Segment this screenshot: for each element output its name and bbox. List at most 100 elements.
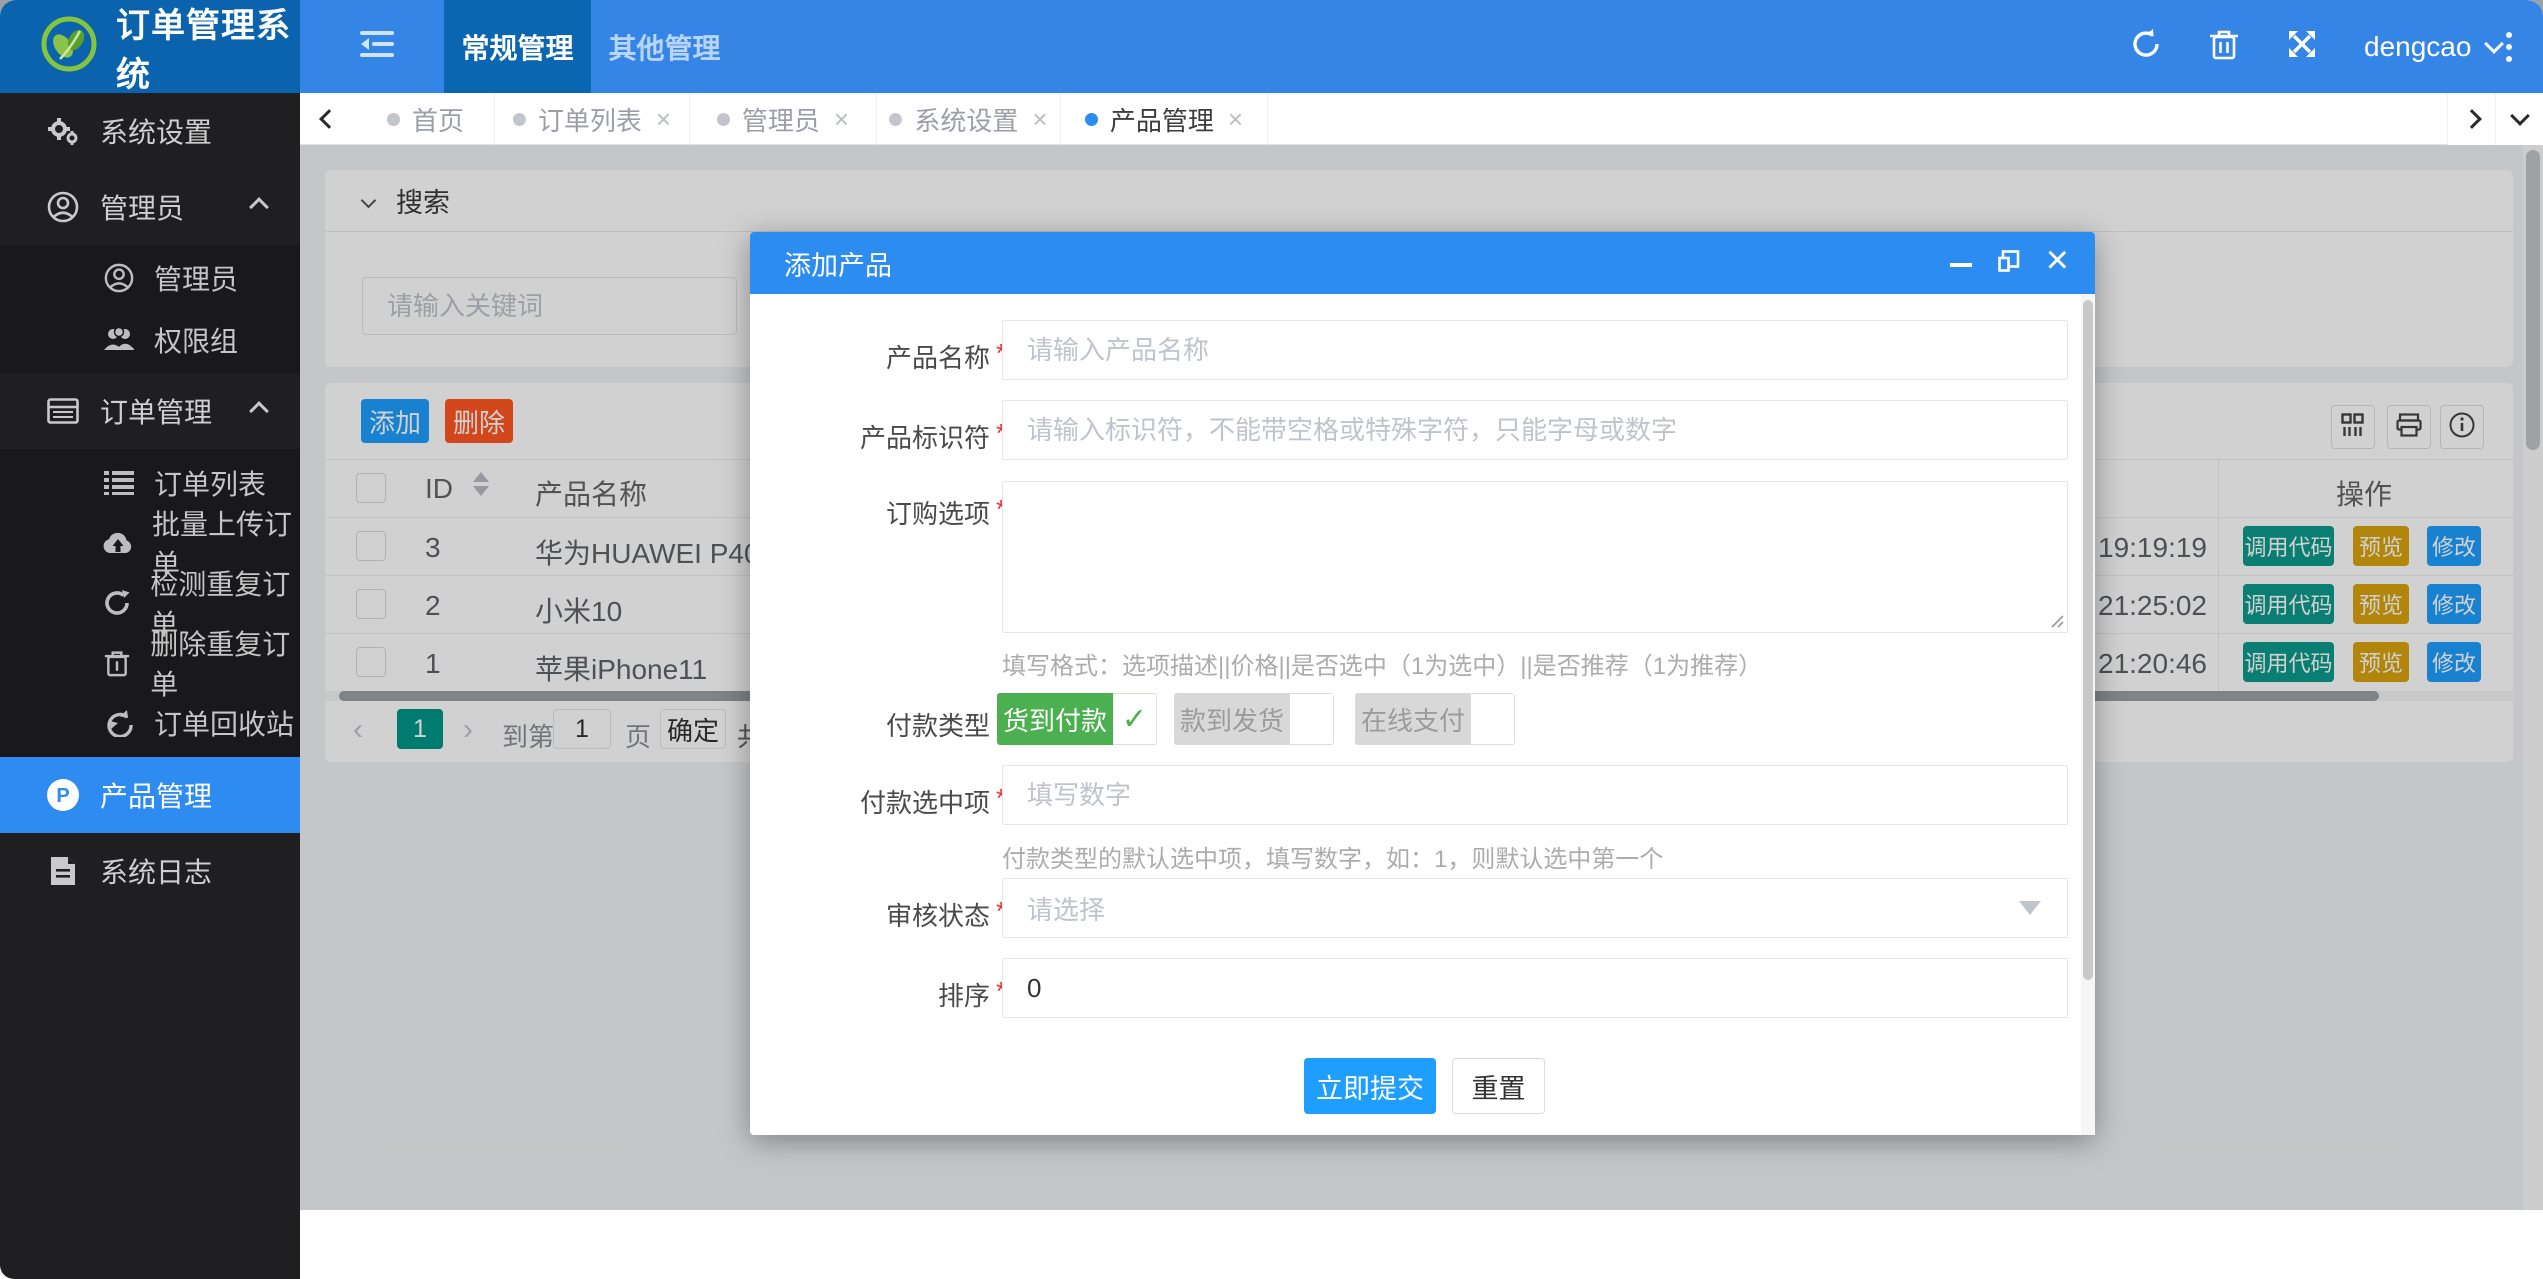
fullscreen-button[interactable] xyxy=(2270,0,2334,93)
refresh-button[interactable] xyxy=(2114,0,2178,93)
chevron-right-icon xyxy=(2462,109,2482,129)
modal-title: 添加产品 xyxy=(784,244,892,283)
tab-product-manage[interactable]: 产品管理 × xyxy=(1061,93,1268,145)
checkbox-empty xyxy=(1290,693,1334,745)
sort-input[interactable] xyxy=(1002,958,2068,1018)
order-options-textarea[interactable] xyxy=(1002,481,2068,633)
sidebar-item-order-manage[interactable]: 订单管理 xyxy=(0,373,300,449)
user-icon xyxy=(46,191,80,223)
reset-button[interactable]: 重置 xyxy=(1452,1058,1545,1114)
sidebar-submenu-orders: 订单列表 批量上传订单 检测重复订单 xyxy=(0,449,300,757)
audit-status-select[interactable]: 请选择 xyxy=(1002,878,2068,938)
topnav-tab-other[interactable]: 其他管理 xyxy=(591,0,738,93)
tab-home[interactable]: 首页 xyxy=(357,93,495,145)
sidebar-item-permission-group[interactable]: 权限组 xyxy=(0,309,300,371)
pay-type-option-cod[interactable]: 货到付款 ✓ xyxy=(997,693,1157,745)
chevron-down-icon xyxy=(2510,106,2530,126)
top-header: 订单管理系统 常规管理 其他管理 xyxy=(0,0,2543,93)
table-panel-icon xyxy=(46,398,80,424)
sidebar-submenu-admin: 管理员 权限组 xyxy=(0,245,300,373)
sidebar-item-label: 产品管理 xyxy=(100,775,212,815)
modal-scrollbar-thumb[interactable] xyxy=(2083,300,2093,980)
list-icon xyxy=(102,471,136,495)
sidebar-item-system-settings[interactable]: 系统设置 xyxy=(0,93,300,169)
tab-close-icon[interactable]: × xyxy=(834,104,849,135)
sidebar-item-label: 订单回收站 xyxy=(154,703,294,743)
tab-dot-icon xyxy=(513,113,526,126)
field-label-pay-type: 付款类型 xyxy=(790,706,990,743)
modal-body: 产品名称 * 产品标识符 * 订购选项 * 填写格式：选项描述||价格||是否选… xyxy=(750,294,2095,1135)
close-icon[interactable]: × xyxy=(2046,245,2069,275)
gears-icon xyxy=(46,116,80,146)
tab-order-list[interactable]: 订单列表 × xyxy=(495,93,690,145)
sidebar-item-delete-duplicate[interactable]: 删除重复订单 xyxy=(0,633,300,693)
sidebar-item-product-manage[interactable]: P 产品管理 xyxy=(0,757,300,833)
submit-button[interactable]: 立即提交 xyxy=(1304,1058,1436,1114)
fullscreen-icon xyxy=(2287,29,2317,64)
tab-dot-icon xyxy=(717,113,730,126)
tab-close-icon[interactable]: × xyxy=(1032,104,1047,135)
tab-label: 首页 xyxy=(412,101,464,138)
field-label-audit-status: 审核状态 xyxy=(790,896,990,933)
field-label-pay-selected: 付款选中项 xyxy=(790,783,990,820)
tab-dot-icon xyxy=(889,113,902,126)
tab-system-settings[interactable]: 系统设置 × xyxy=(877,93,1061,145)
sidebar-item-admin[interactable]: 管理员 xyxy=(0,247,300,309)
pay-type-label: 在线支付 xyxy=(1355,693,1471,745)
topnav-tab-general[interactable]: 常规管理 xyxy=(444,0,591,93)
maximize-icon[interactable] xyxy=(1998,248,2020,279)
product-name-input[interactable] xyxy=(1002,320,2068,380)
sidebar-item-label: 系统日志 xyxy=(100,851,212,891)
tab-admin[interactable]: 管理员 × xyxy=(690,93,877,145)
cloud-upload-icon xyxy=(102,531,134,555)
sidebar-item-label: 删除重复订单 xyxy=(150,623,300,703)
sidebar-item-label: 订单管理 xyxy=(100,391,212,431)
sidebar-toggle-button[interactable] xyxy=(345,0,409,93)
chevron-up-icon xyxy=(249,197,269,217)
pay-selected-input[interactable] xyxy=(1002,765,2068,825)
sidebar-item-system-log[interactable]: 系统日志 xyxy=(0,833,300,909)
pay-selected-hint: 付款类型的默认选中项，填写数字，如：1，则默认选中第一个 xyxy=(1002,839,1663,874)
sidebar-item-label: 管理员 xyxy=(100,187,184,227)
clear-cache-button[interactable] xyxy=(2192,0,2256,93)
more-vertical-icon xyxy=(2506,32,2512,62)
pay-type-option-online[interactable]: 在线支付 xyxy=(1355,693,1515,745)
tab-close-icon[interactable]: × xyxy=(656,104,671,135)
redo-icon xyxy=(102,589,132,617)
user-menu[interactable]: dengcao xyxy=(2364,0,2501,93)
svg-text:P: P xyxy=(56,785,69,807)
users-icon xyxy=(102,326,136,354)
modal-scrollbar[interactable] xyxy=(2081,294,2095,1135)
tab-close-icon[interactable]: × xyxy=(1228,104,1243,135)
pay-type-option-prepay[interactable]: 款到发货 xyxy=(1174,693,1334,745)
select-arrow-icon xyxy=(2019,901,2041,915)
more-menu-button[interactable] xyxy=(2484,0,2534,93)
pay-type-label: 货到付款 xyxy=(997,693,1113,745)
trash-icon xyxy=(102,649,132,677)
sidebar-item-label: 订单列表 xyxy=(154,463,266,503)
sidebar-item-label: 管理员 xyxy=(154,258,238,298)
product-identifier-input[interactable] xyxy=(1002,400,2068,460)
collapse-menu-icon xyxy=(360,30,394,63)
trash-icon xyxy=(2209,28,2239,65)
field-label-sort: 排序 xyxy=(790,976,990,1013)
app-window: 订单管理系统 常规管理 其他管理 xyxy=(0,0,2543,1279)
sidebar-item-admin-group[interactable]: 管理员 xyxy=(0,169,300,245)
topnav-tab-label: 其他管理 xyxy=(608,27,720,67)
resize-handle-icon[interactable] xyxy=(2048,612,2064,633)
topnav-tab-label: 常规管理 xyxy=(461,27,573,67)
minimize-icon[interactable] xyxy=(1950,263,1972,267)
sidebar-item-label: 权限组 xyxy=(154,320,238,360)
p-circle-icon: P xyxy=(46,778,80,812)
tabs-scroll-left-button[interactable] xyxy=(300,93,357,145)
page-tabbar: 首页 订单列表 × 管理员 × 系统设置 × 产品管理 × xyxy=(300,93,2543,145)
checkbox-empty xyxy=(1471,693,1515,745)
select-placeholder: 请选择 xyxy=(1027,890,1105,927)
options-format-hint: 填写格式：选项描述||价格||是否选中（1为选中）||是否推荐（1为推荐） xyxy=(1002,646,1762,681)
document-icon xyxy=(46,856,80,886)
tabs-menu-button[interactable] xyxy=(2495,93,2543,145)
chevron-left-icon xyxy=(319,109,339,129)
username: dengcao xyxy=(2364,31,2471,63)
modal-header[interactable]: 添加产品 × xyxy=(750,232,2095,294)
tabs-scroll-right-button[interactable] xyxy=(2447,93,2495,145)
